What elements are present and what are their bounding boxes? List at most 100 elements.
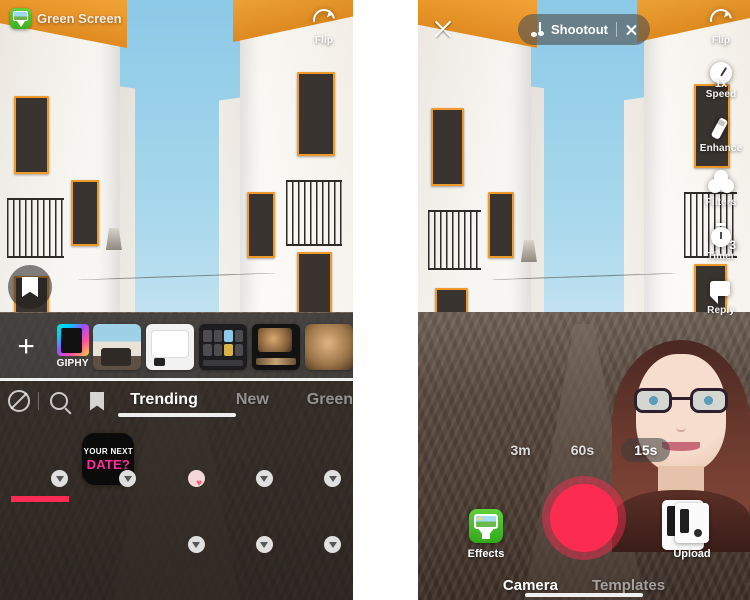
- media-thumbnail-dark-screenshot[interactable]: [199, 323, 247, 370]
- filters-label: Filters: [705, 197, 737, 208]
- remove-music-icon[interactable]: [625, 23, 638, 36]
- effect-your-next-date[interactable]: YOUR NEXT DATE?: [82, 433, 137, 488]
- effect-bandage[interactable]: [287, 565, 339, 600]
- duration-3m[interactable]: 3m: [498, 438, 544, 462]
- giphy-icon: [56, 324, 89, 356]
- giphy-label: GIPHY: [56, 358, 89, 369]
- duration-60s[interactable]: 60s: [558, 438, 607, 462]
- media-thumbnail-white-screenshot[interactable]: [146, 323, 194, 370]
- download-badge-icon[interactable]: [255, 536, 273, 554]
- music-selector-pill[interactable]: Shootout: [517, 14, 651, 45]
- effect-face-b[interactable]: [82, 565, 134, 600]
- gallery-thumbnail: [675, 503, 709, 543]
- giphy-button[interactable]: GIPHY: [52, 324, 93, 369]
- divider: [616, 22, 618, 37]
- effect-category-tabs: Trending New Green: [130, 391, 353, 411]
- effect-grid: YOUR NEXT DATE?: [0, 421, 353, 600]
- effect-green-screen-image[interactable]: [14, 499, 66, 551]
- no-effect-icon: [8, 390, 31, 412]
- right-phone-panel: Shootout Flip 1x Speed Enhance Filters 3…: [418, 0, 750, 600]
- speed-value: 1x: [714, 78, 728, 90]
- right-panel-chrome: Shootout Flip 1x Speed Enhance Filters 3…: [418, 0, 750, 600]
- search-icon: [49, 392, 68, 410]
- flip-camera-icon: [707, 6, 735, 34]
- download-badge-icon[interactable]: [51, 470, 69, 488]
- timer-label: Timer: [707, 251, 735, 262]
- filters-button[interactable]: Filters: [698, 168, 744, 208]
- effect-butterfly-wings[interactable]: [287, 433, 342, 488]
- saved-effects-button[interactable]: [78, 391, 116, 411]
- tab-trending[interactable]: Trending: [130, 391, 198, 411]
- record-button-inner: [550, 484, 618, 552]
- flip-camera-button[interactable]: Flip: [698, 6, 744, 46]
- media-thumbnail-list: [93, 323, 353, 370]
- effect-text-line-2: DATE?: [86, 456, 130, 472]
- green-screen-badge: Green Screen: [10, 8, 122, 29]
- music-title: Shootout: [550, 22, 609, 37]
- tab-green[interactable]: Green: [307, 391, 353, 411]
- capture-mode-tabs: Camera Templates: [418, 577, 750, 594]
- glasses: [634, 388, 728, 414]
- clear-effect-button[interactable]: [0, 390, 38, 412]
- effect-portrait-girl[interactable]: [219, 565, 271, 600]
- media-thumbnail-dog-1[interactable]: [252, 323, 300, 370]
- effect-ring-light-portrait[interactable]: [287, 499, 342, 554]
- download-badge-icon[interactable]: [119, 470, 137, 488]
- effect-grey-sketch[interactable]: [150, 565, 202, 600]
- media-thumbnail-street[interactable]: [93, 323, 141, 370]
- green-screen-icon: [469, 509, 503, 543]
- speed-label: Speed: [705, 89, 737, 100]
- flip-camera-button[interactable]: Flip: [301, 6, 347, 46]
- speedometer-icon: 1x: [707, 60, 735, 90]
- timer-button[interactable]: 3 Timer: [698, 222, 744, 262]
- right-tool-rail: Flip 1x Speed Enhance Filters 3 Timer Re…: [698, 6, 744, 316]
- effect-face-split[interactable]: [14, 433, 69, 488]
- tab-new[interactable]: New: [236, 391, 269, 411]
- download-badge-icon[interactable]: [187, 536, 205, 554]
- reply-label: Reply: [707, 305, 735, 316]
- timer-icon: 3: [707, 222, 736, 252]
- media-tray: + GIPHY: [0, 313, 353, 380]
- effects-button[interactable]: Effects: [454, 509, 518, 560]
- left-tool-rail: Flip: [301, 6, 347, 46]
- speed-button[interactable]: 1x Speed: [698, 60, 744, 100]
- reply-bubble-icon: [707, 276, 735, 304]
- filters-circles-icon: [707, 168, 735, 196]
- effect-text-line-1: YOUR NEXT: [83, 446, 133, 456]
- bookmark-icon: [22, 277, 38, 297]
- effect-sparkle[interactable]: [219, 499, 273, 554]
- nose: [676, 418, 686, 432]
- magic-wand-icon: [707, 114, 735, 142]
- tray-drag-handle[interactable]: [117, 413, 236, 417]
- flip-camera-icon: [310, 6, 338, 34]
- green-screen-icon: [10, 8, 31, 29]
- tab-templates[interactable]: Templates: [592, 577, 665, 594]
- effects-label: Effects: [467, 548, 505, 560]
- flip-camera-label: Flip: [711, 35, 731, 46]
- timer-value: 3: [729, 238, 736, 252]
- flip-camera-label: Flip: [314, 35, 334, 46]
- record-button[interactable]: [542, 476, 626, 560]
- add-media-button[interactable]: +: [0, 331, 52, 362]
- effect-face-eyes[interactable]: [150, 433, 205, 488]
- favorite-badge-icon[interactable]: [187, 470, 205, 488]
- upload-button[interactable]: Upload: [660, 503, 724, 560]
- home-indicator: [525, 593, 643, 597]
- effect-gold-chain[interactable]: [219, 433, 273, 488]
- enhance-button[interactable]: Enhance: [698, 114, 744, 154]
- duration-15s[interactable]: 15s: [621, 438, 671, 462]
- download-badge-icon[interactable]: [255, 470, 273, 488]
- close-button[interactable]: [430, 16, 456, 42]
- effect-zoom[interactable]: [150, 499, 205, 554]
- download-badge-icon[interactable]: [324, 470, 342, 488]
- tab-camera[interactable]: Camera: [503, 577, 558, 594]
- duration-selector: 3m 60s 15s: [418, 438, 750, 462]
- search-effects-button[interactable]: [39, 392, 77, 410]
- favorites-button[interactable]: [8, 265, 52, 309]
- screenshot-root: Green Screen Flip + GIPHY Trending New G…: [0, 0, 750, 600]
- effect-face-a[interactable]: [14, 565, 66, 600]
- media-thumbnail-dog-2[interactable]: [305, 323, 353, 370]
- download-badge-icon[interactable]: [324, 536, 342, 554]
- effect-green-screen-video[interactable]: [82, 499, 134, 551]
- reply-button[interactable]: Reply: [698, 276, 744, 316]
